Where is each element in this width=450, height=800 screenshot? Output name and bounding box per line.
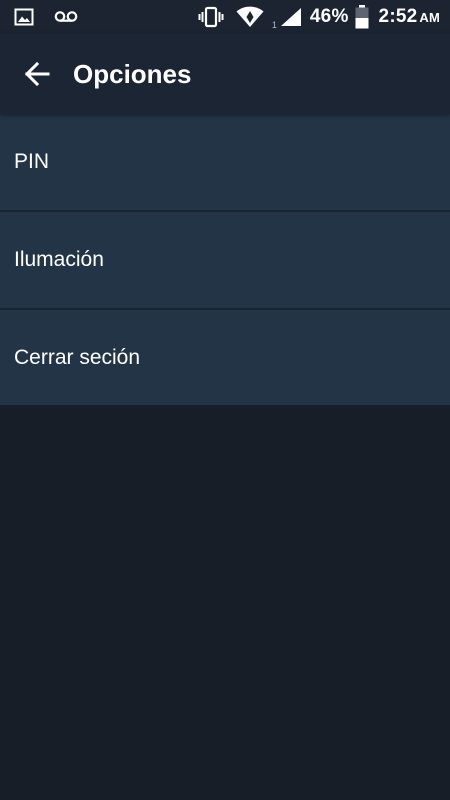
page-title: Opciones [73, 59, 192, 89]
option-cerrar-sesion[interactable]: Cerrar seción [0, 310, 450, 405]
back-button[interactable] [18, 55, 56, 93]
signal-sim-label: 1 [271, 20, 277, 30]
clock-ampm: AM [419, 10, 440, 25]
option-label: Cerrar seción [14, 345, 141, 369]
clock: 2:52 AM [379, 6, 440, 28]
vibrate-icon [198, 6, 224, 28]
option-label: PIN [14, 150, 50, 173]
status-left-icons [14, 6, 78, 28]
status-right-icons: 1 46% 2:52 AM [198, 4, 440, 30]
option-pin[interactable]: PIN [0, 114, 450, 212]
arrow-left-icon [24, 62, 50, 86]
battery-percent: 46% [309, 6, 349, 27]
battery-icon [355, 5, 369, 29]
status-bar: 1 46% 2:52 AM [0, 0, 450, 33]
option-ilumacion[interactable]: Ilumación [0, 212, 450, 310]
signal-icon: 1 [271, 5, 302, 30]
gallery-icon [14, 8, 34, 26]
wifi-icon [236, 6, 264, 28]
clock-time: 2:52 [378, 6, 418, 27]
option-label: Ilumación [14, 248, 104, 271]
voicemail-icon [54, 10, 78, 24]
app-bar: Opciones [0, 33, 450, 114]
options-list: PIN Ilumación Cerrar seción [0, 114, 450, 405]
